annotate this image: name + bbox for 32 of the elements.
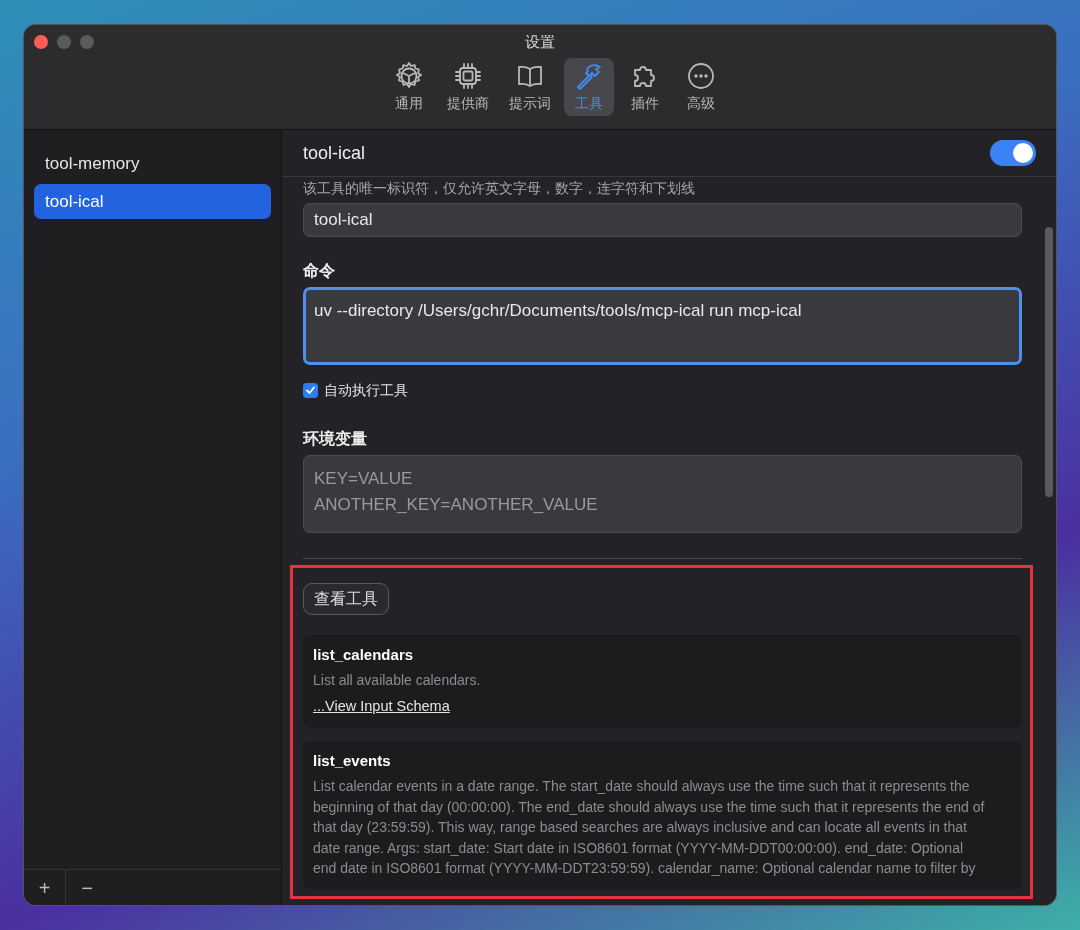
sidebar-item[interactable]: tool-ical <box>34 183 271 219</box>
more-icon <box>686 61 716 91</box>
field-label: 环境变量 <box>303 428 368 449</box>
remove-button[interactable]: − <box>66 869 108 905</box>
tool-description: List calendar events in a date range. The start_date should always use the time such that it represents the beginning of that day (00:00:00). The end_date should always use the time such that it represents the end of that day (23:59:59). This way, range based searches are always inclusive and can locate all events in that date range. Args: start_date: Start date in ISO8601 format (YYYY-MM-DDT00:00:00). end_date: Optional end date in ISO8601 format (YYYY-MM-DDT23:59:59). calendar_name: Optional calendar name to filter by <box>313 777 986 879</box>
tool-title: tool-ical <box>303 141 366 165</box>
env-field[interactable]: KEY=VALUE ANOTHER_KEY=ANOTHER_VALUE <box>303 454 1022 533</box>
schema-link[interactable]: ...View Input Schema <box>313 695 450 718</box>
field-hint: 该工具的唯一标识符，仅允许英文字母，数字，连字符和下划线 <box>303 180 696 198</box>
window-title: 设置 <box>525 33 555 50</box>
checkbox[interactable] <box>303 382 318 398</box>
tool-id-field[interactable]: tool-ical <box>303 203 1022 237</box>
add-button[interactable]: + <box>24 869 66 905</box>
close-button[interactable] <box>34 35 48 49</box>
toolbar-tab[interactable]: 提示词 <box>502 58 558 116</box>
scrollbar-thumb[interactable] <box>1045 227 1053 497</box>
toolbar-tab[interactable]: 通用 <box>384 58 434 116</box>
tool-name: list_events <box>313 750 392 771</box>
chip-icon <box>453 61 483 91</box>
enable-toggle[interactable] <box>990 140 1036 166</box>
toolbar-tab[interactable]: 插件 <box>620 58 670 116</box>
checkbox-label: 自动执行工具 <box>324 380 408 400</box>
sidebar-item[interactable]: tool-memory <box>34 146 271 182</box>
field-label: 命令 <box>303 260 336 281</box>
command-field[interactable]: uv --directory /Users/gchr/Documents/tools/mcp-ical run mcp-ical <box>303 286 1022 365</box>
toolbar-tab[interactable]: 提供商 <box>440 58 496 116</box>
hammer-icon <box>574 61 604 91</box>
toolbar-tab[interactable]: 高级 <box>676 58 726 116</box>
gear-icon <box>394 61 424 91</box>
tool-name: list_calendars <box>313 644 415 665</box>
tool-description: List all available calendars. <box>313 671 482 691</box>
view-tools-button[interactable]: 查看工具 <box>303 582 389 615</box>
